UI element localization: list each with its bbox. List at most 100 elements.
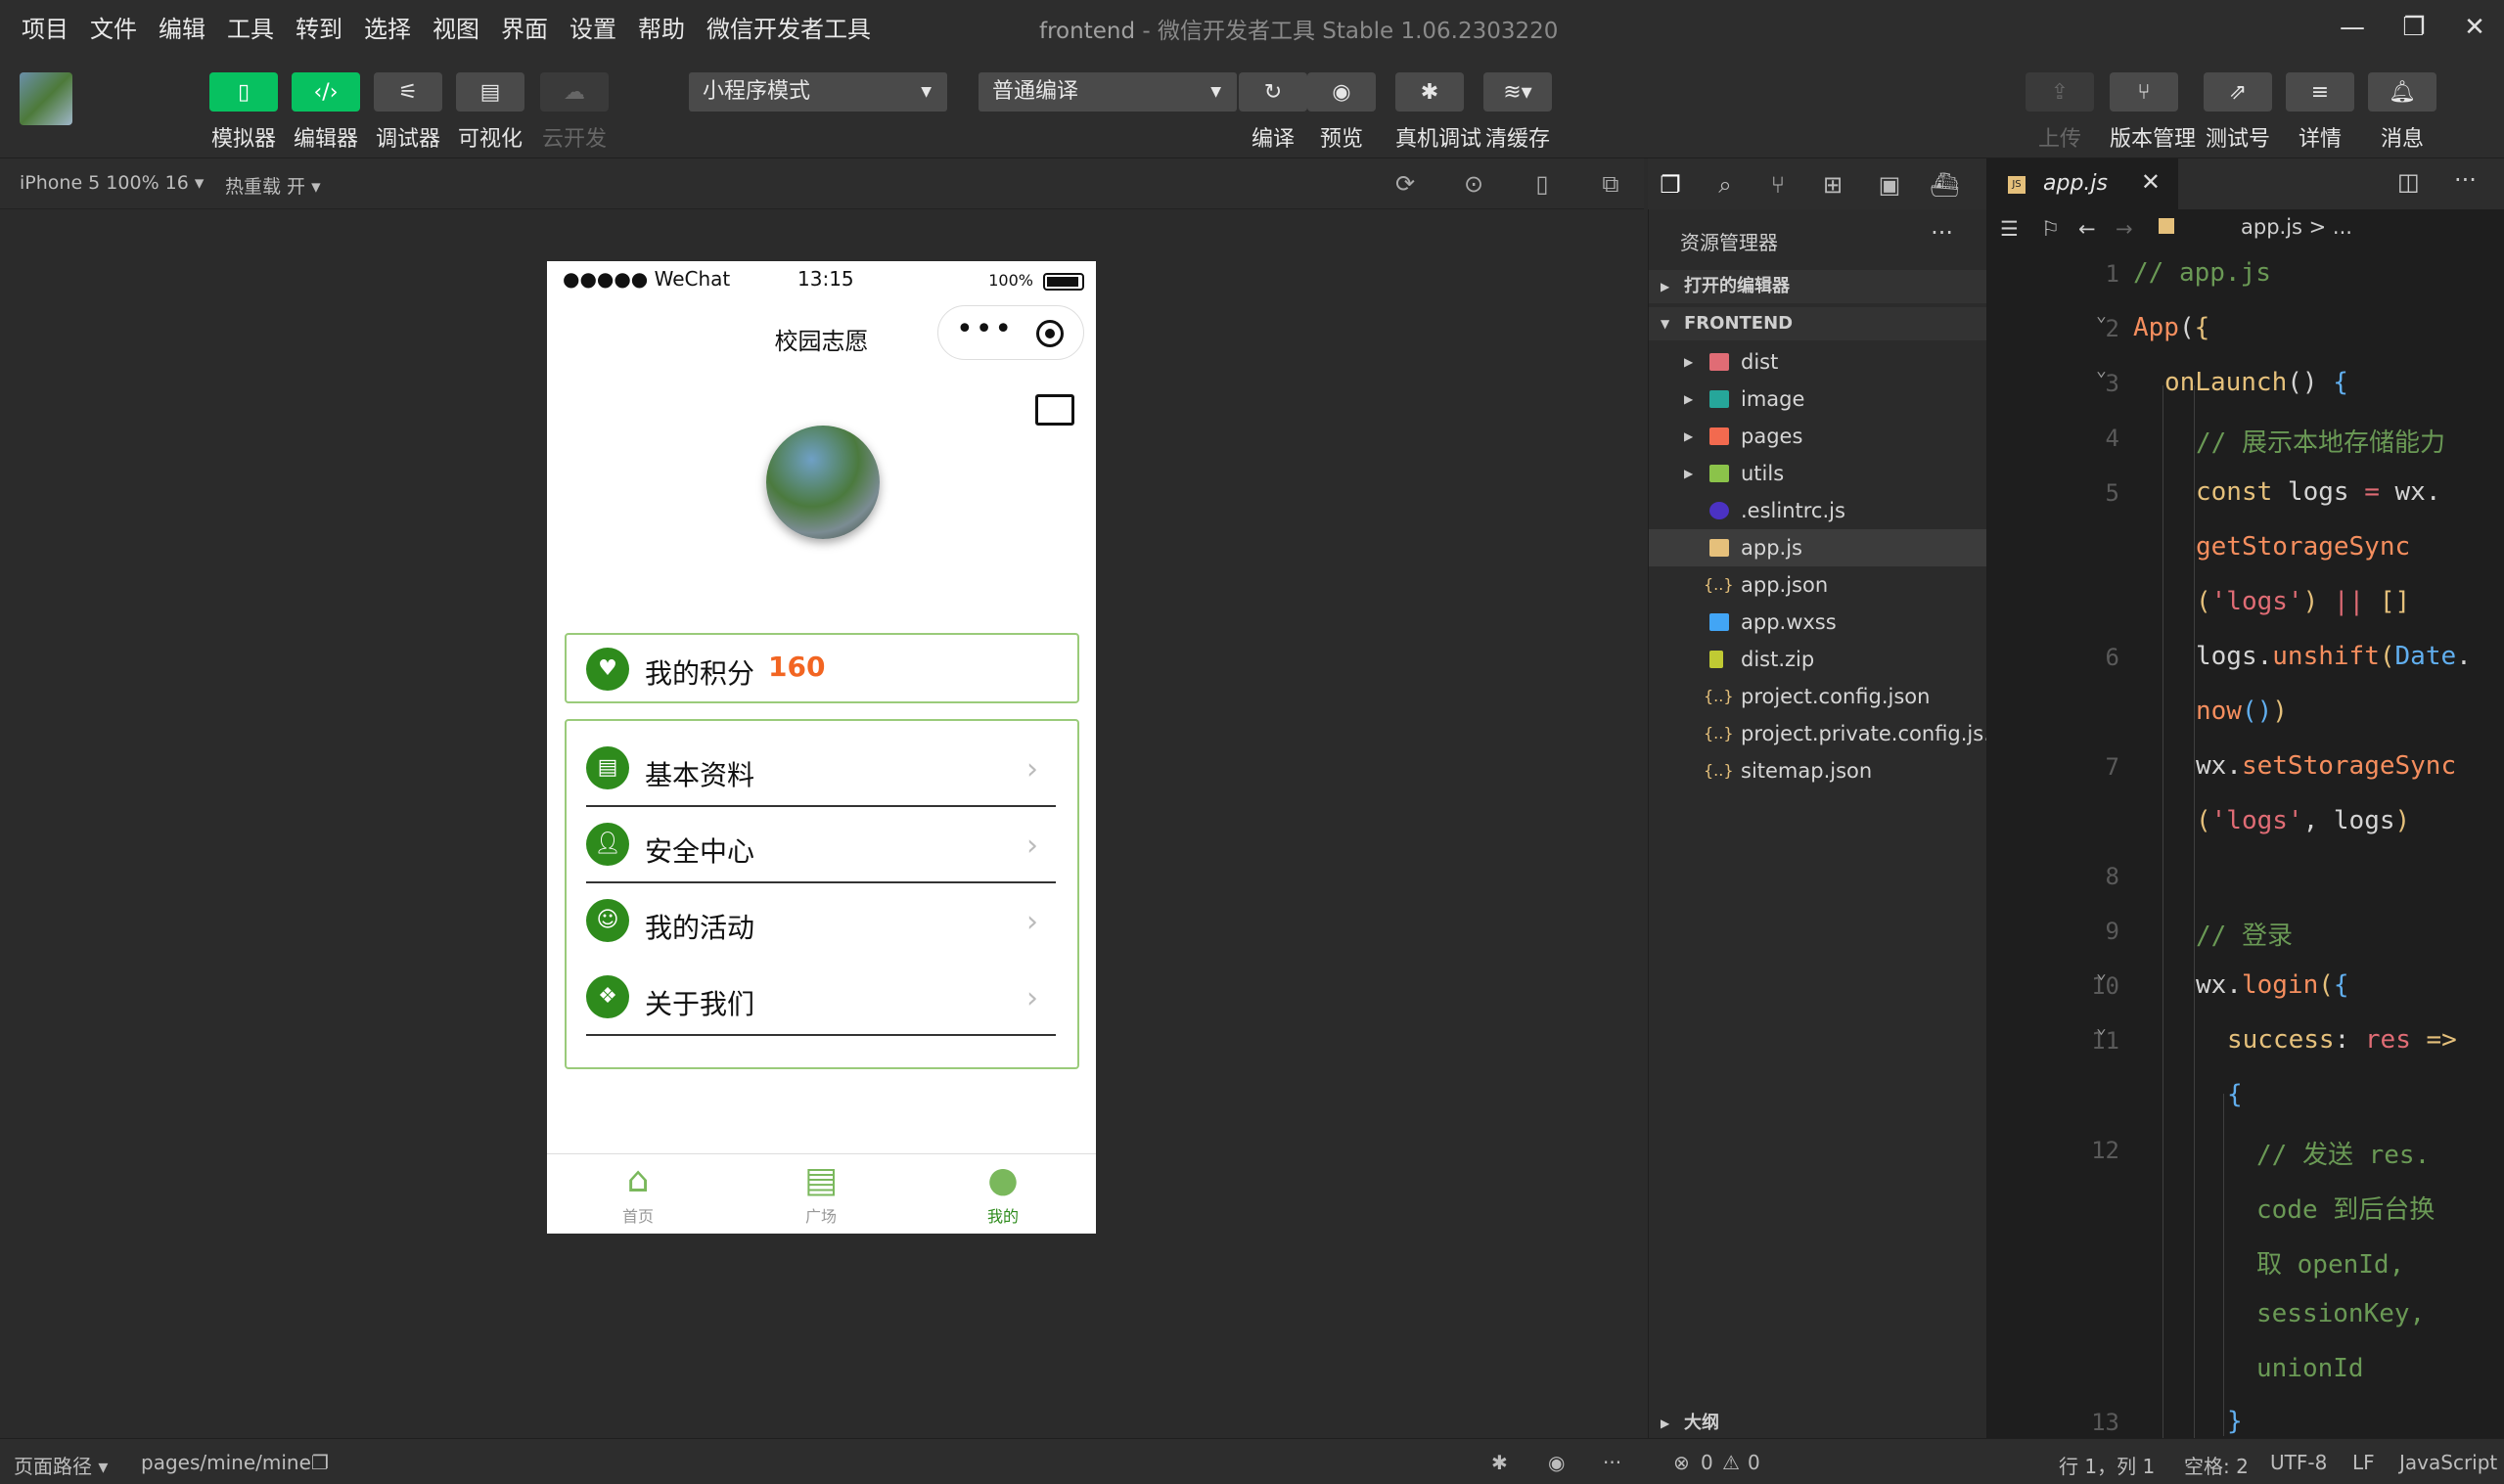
menu-item-about[interactable]: ❖ 关于我们 › (567, 960, 1077, 1036)
menu-settings[interactable]: 设置 (569, 10, 616, 44)
test-account-button[interactable]: ⇗ 测试号 (2204, 72, 2272, 153)
extensions-icon[interactable]: ⊞ (1818, 170, 1847, 200)
clear-cache-button[interactable]: ≋▾ 清缓存 (1483, 72, 1552, 153)
file-app-wxss[interactable]: app.wxss (1649, 604, 1987, 641)
copy-icon[interactable]: ❐ (311, 1451, 329, 1474)
hot-reload-toggle[interactable]: 热重载 开 ▾ (225, 172, 321, 199)
files-icon[interactable]: ❐ (1656, 170, 1685, 200)
split-editor-icon[interactable]: ◫ (2397, 168, 2420, 196)
tab-mine[interactable]: ● 我的 (964, 1160, 1042, 1227)
points-card[interactable]: ♥ 我的积分 160 (565, 633, 1079, 703)
capsule-button[interactable]: ••• (937, 305, 1084, 360)
debugger-button[interactable]: ⚟ 调试器 (374, 72, 442, 153)
maximize-icon[interactable]: ❐ (2394, 8, 2434, 47)
page-path-select[interactable]: 页面路径 ▾ (14, 1451, 108, 1479)
back-arrow-icon[interactable]: ← (2078, 217, 2096, 241)
version-button[interactable]: ⑂ 版本管理 (2110, 72, 2196, 153)
file-image[interactable]: ▶ image (1649, 381, 1987, 418)
language-mode[interactable]: JavaScript (2399, 1451, 2497, 1474)
menu-item-label: 基本资料 (645, 759, 755, 791)
visual-button[interactable]: ▤ 可视化 (456, 72, 524, 153)
error-icon[interactable]: ⊗ (1673, 1451, 1690, 1474)
file-app-js[interactable]: app.js (1649, 529, 1987, 566)
compile-button[interactable]: ↻ 编译 (1239, 72, 1307, 153)
encoding-setting[interactable]: UTF-8 (2270, 1451, 2327, 1474)
cursor-position[interactable]: 行 1，列 1 (2059, 1451, 2155, 1479)
menu-edit[interactable]: 编辑 (159, 10, 205, 44)
close-window-icon[interactable]: ✕ (2455, 8, 2494, 47)
fold-chevron-icon[interactable]: ⌄ (2096, 1017, 2107, 1038)
tab-home[interactable]: ⌂ 首页 (599, 1160, 677, 1227)
more-dots-icon[interactable]: ••• (956, 312, 1014, 346)
profile-avatar[interactable] (766, 426, 880, 539)
device-select[interactable]: iPhone 5 100% 16 ▾ (20, 172, 204, 194)
menu-item-profile[interactable]: ▤ 基本资料 › (567, 731, 1077, 807)
popout-icon[interactable]: ⧉ (1595, 168, 1626, 200)
id-card-icon[interactable] (1035, 394, 1074, 426)
file-eslintrc[interactable]: .eslintrc.js (1649, 492, 1987, 529)
docker-icon[interactable]: ⛴ (1930, 170, 1959, 200)
rotate-icon[interactable]: ⟳ (1389, 168, 1421, 200)
file-dist-zip[interactable]: dist.zip (1649, 641, 1987, 678)
menu-item-activities[interactable]: ☺ 我的活动 › (567, 883, 1077, 960)
bookmark-icon[interactable]: ⚐ (2041, 217, 2060, 241)
details-button[interactable]: ≡ 详情 (2286, 72, 2354, 153)
menu-view[interactable]: 视图 (433, 10, 479, 44)
file-pages[interactable]: ▶ pages (1649, 418, 1987, 455)
eye-icon[interactable]: ◉ (1548, 1451, 1565, 1474)
close-icon[interactable]: ✕ (2141, 168, 2161, 196)
open-editors-section[interactable]: ▶ 打开的编辑器 (1649, 270, 1987, 303)
file-utils[interactable]: ▶ utils (1649, 455, 1987, 492)
device-icon[interactable]: ▯ (1526, 168, 1558, 200)
warning-icon[interactable]: ⚠ (1722, 1451, 1740, 1474)
mode-select[interactable]: 小程序模式 ▼ (689, 72, 947, 112)
menu-project[interactable]: 项目 (22, 10, 68, 44)
file-dist[interactable]: ▶ dist (1649, 343, 1987, 381)
simulator-button[interactable]: ▯ 模拟器 (209, 72, 278, 153)
layout-icon: ▤ (456, 72, 524, 112)
project-section[interactable]: ▼ FRONTEND (1649, 307, 1987, 340)
tab-app-js[interactable]: JS app.js ✕ (1986, 158, 2178, 209)
menu-select[interactable]: 选择 (364, 10, 411, 44)
chevron-right-icon: › (1026, 829, 1038, 863)
preview-button[interactable]: ◉ 预览 (1307, 72, 1376, 153)
outline-section[interactable]: ▶ 大纲 (1649, 1407, 1987, 1440)
menu-interface[interactable]: 界面 (501, 10, 548, 44)
list-icon[interactable]: ☰ (2000, 217, 2019, 241)
menu-goto[interactable]: 转到 (296, 10, 342, 44)
fold-chevron-icon[interactable]: ⌄ (2096, 360, 2107, 381)
fold-chevron-icon[interactable]: ⌄ (2096, 963, 2107, 983)
bug-icon[interactable]: ✱ (1491, 1451, 1508, 1474)
file-app-json[interactable]: {..} app.json (1649, 566, 1987, 604)
eol-setting[interactable]: LF (2352, 1451, 2375, 1474)
file-label: project.config.json (1741, 685, 1931, 708)
code-editor[interactable]: 1 2 3 4 5 6 7 8 9 10 11 12 13 ⌄ ⌄ ⌄ ⌄ //… (1986, 252, 2504, 1438)
more-actions-icon[interactable]: ··· (2454, 166, 2477, 194)
search-icon[interactable]: ⌕ (1710, 170, 1740, 200)
menu-tools[interactable]: 工具 (227, 10, 274, 44)
more-icon[interactable]: ··· (1603, 1451, 1621, 1474)
tab-square[interactable]: ▤ 广场 (782, 1160, 860, 1227)
menu-item-security[interactable]: 👤︎ 安全中心 › (567, 807, 1077, 883)
real-debug-button[interactable]: ✱ 真机调试 (1395, 72, 1481, 153)
file-project-config[interactable]: {..} project.config.json (1649, 678, 1987, 715)
minimize-icon[interactable]: — (2333, 8, 2372, 47)
cloud-label: 云开发 (541, 127, 607, 152)
stop-icon[interactable]: ⊙ (1458, 168, 1489, 200)
menu-wechat-devtools[interactable]: 微信开发者工具 (706, 10, 871, 44)
menu-help[interactable]: 帮助 (638, 10, 685, 44)
messages-button[interactable]: 🔔︎ 消息 (2368, 72, 2436, 153)
user-avatar[interactable] (20, 72, 72, 125)
indent-setting[interactable]: 空格: 2 (2184, 1451, 2249, 1479)
file-project-private-config[interactable]: {..} project.private.config.js... (1649, 715, 2003, 752)
editor-button[interactable]: ‹/› 编辑器 (292, 72, 360, 153)
compile-select[interactable]: 普通编译 ▼ (979, 72, 1237, 112)
fold-chevron-icon[interactable]: ⌄ (2096, 305, 2107, 326)
close-target-icon[interactable] (1036, 320, 1064, 347)
menu-file[interactable]: 文件 (90, 10, 137, 44)
more-icon[interactable]: ··· (1931, 219, 1953, 247)
file-sitemap[interactable]: {..} sitemap.json (1649, 752, 1987, 789)
breadcrumb-path[interactable]: app.js > ... (2241, 215, 2352, 239)
source-control-icon[interactable]: ⑂ (1763, 170, 1793, 200)
storage-icon[interactable]: ▣ (1875, 170, 1904, 200)
